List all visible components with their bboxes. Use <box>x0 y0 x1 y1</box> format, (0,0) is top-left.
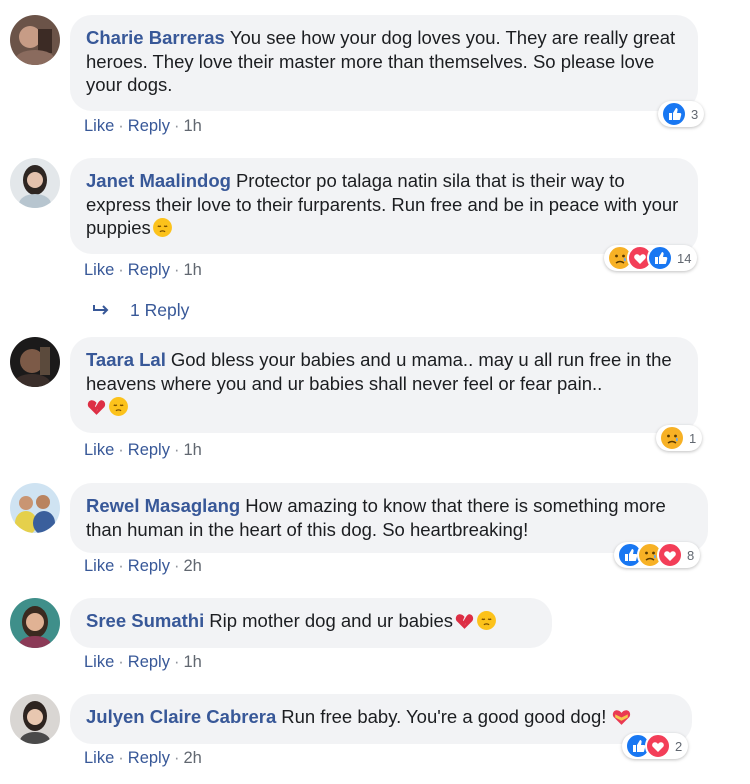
reply-link[interactable]: Reply <box>128 117 170 135</box>
reply-link[interactable]: Reply <box>128 653 170 671</box>
reactions-summary[interactable]: 14 <box>604 245 698 271</box>
reactions-summary[interactable]: 8 <box>614 542 701 568</box>
comment-author[interactable]: Sree Sumathi <box>86 610 204 631</box>
timestamp[interactable]: 1h <box>183 261 201 279</box>
view-replies-link[interactable]: 1 Reply <box>92 300 189 321</box>
comment-bubble: Janet Maalindog Protector po talaga natin… <box>70 158 698 254</box>
comment-actions: Like · Reply · 1h <box>84 653 202 671</box>
reactions-summary[interactable]: 3 <box>658 101 705 127</box>
comment-bubble: Taara Lal God bless your babies and u mam… <box>70 337 698 433</box>
pensive-face-icon <box>152 218 172 237</box>
like-link[interactable]: Like <box>84 117 114 135</box>
avatar[interactable] <box>10 694 60 744</box>
reply-link[interactable]: Reply <box>128 557 170 575</box>
comment-author[interactable]: Rewel Masaglang <box>86 495 240 516</box>
like-link[interactable]: Like <box>84 653 114 671</box>
timestamp[interactable]: 2h <box>183 749 201 767</box>
reaction-count: 3 <box>691 106 699 122</box>
broken-heart-icon <box>455 614 474 629</box>
like-link[interactable]: Like <box>84 557 114 575</box>
reply-arrow-icon <box>92 300 112 321</box>
pensive-face-icon <box>477 611 496 630</box>
comment-actions: Like · Reply · 2h <box>84 749 202 767</box>
like-reaction-icon <box>647 245 673 271</box>
comment-author[interactable]: Taara Lal <box>86 349 166 370</box>
like-link[interactable]: Like <box>84 749 114 767</box>
reply-link[interactable]: Reply <box>128 441 170 459</box>
view-replies-label[interactable]: 1 Reply <box>130 300 189 320</box>
like-link[interactable]: Like <box>84 261 114 279</box>
avatar[interactable] <box>10 158 60 208</box>
comment-text: Run free baby. You're a good good dog! <box>281 706 607 727</box>
comment-author[interactable]: Charie Barreras <box>86 27 225 48</box>
comment-bubble: Rewel Masaglang How amazing to know that … <box>70 483 708 553</box>
comment-bubble: Charie Barreras You see how your dog love… <box>70 15 698 111</box>
timestamp[interactable]: 1h <box>183 117 201 135</box>
comment-author[interactable]: Janet Maalindog <box>86 170 231 191</box>
timestamp[interactable]: 1h <box>183 441 201 459</box>
avatar[interactable] <box>10 337 60 387</box>
comment-author[interactable]: Julyen Claire Cabrera <box>86 706 276 727</box>
reply-link[interactable]: Reply <box>128 261 170 279</box>
reaction-count: 14 <box>677 250 692 266</box>
avatar[interactable] <box>10 598 60 648</box>
reactions-summary[interactable]: 1 <box>656 425 703 451</box>
comment-bubble: Julyen Claire Cabrera Run free baby. You'… <box>70 694 692 744</box>
comment-text: Rip mother dog and ur babies <box>209 610 453 631</box>
broken-heart-icon <box>87 400 106 415</box>
reply-link[interactable]: Reply <box>128 749 170 767</box>
sad-reaction-icon <box>659 425 685 451</box>
like-link[interactable]: Like <box>84 441 114 459</box>
comment-text: God bless your babies and u mama.. may u… <box>86 349 672 394</box>
comment-actions: Like · Reply · 1h <box>84 117 202 135</box>
comment-actions: Like · Reply · 2h <box>84 557 202 575</box>
reaction-count: 2 <box>675 738 683 754</box>
comment-bubble: Sree Sumathi Rip mother dog and ur babies <box>70 598 552 648</box>
comment-actions: Like · Reply · 1h <box>84 261 202 279</box>
love-reaction-icon <box>645 733 671 759</box>
pensive-face-icon <box>109 397 128 416</box>
comment-actions: Like · Reply · 1h <box>84 441 202 459</box>
avatar[interactable] <box>10 15 60 65</box>
timestamp[interactable]: 2h <box>183 557 201 575</box>
love-reaction-icon <box>657 542 683 568</box>
like-reaction-icon <box>661 101 687 127</box>
heart-with-ribbon-icon <box>613 710 631 725</box>
reaction-count: 8 <box>687 547 695 563</box>
timestamp[interactable]: 1h <box>183 653 201 671</box>
reaction-count: 1 <box>689 430 697 446</box>
reactions-summary[interactable]: 2 <box>622 733 689 759</box>
avatar[interactable] <box>10 483 60 533</box>
